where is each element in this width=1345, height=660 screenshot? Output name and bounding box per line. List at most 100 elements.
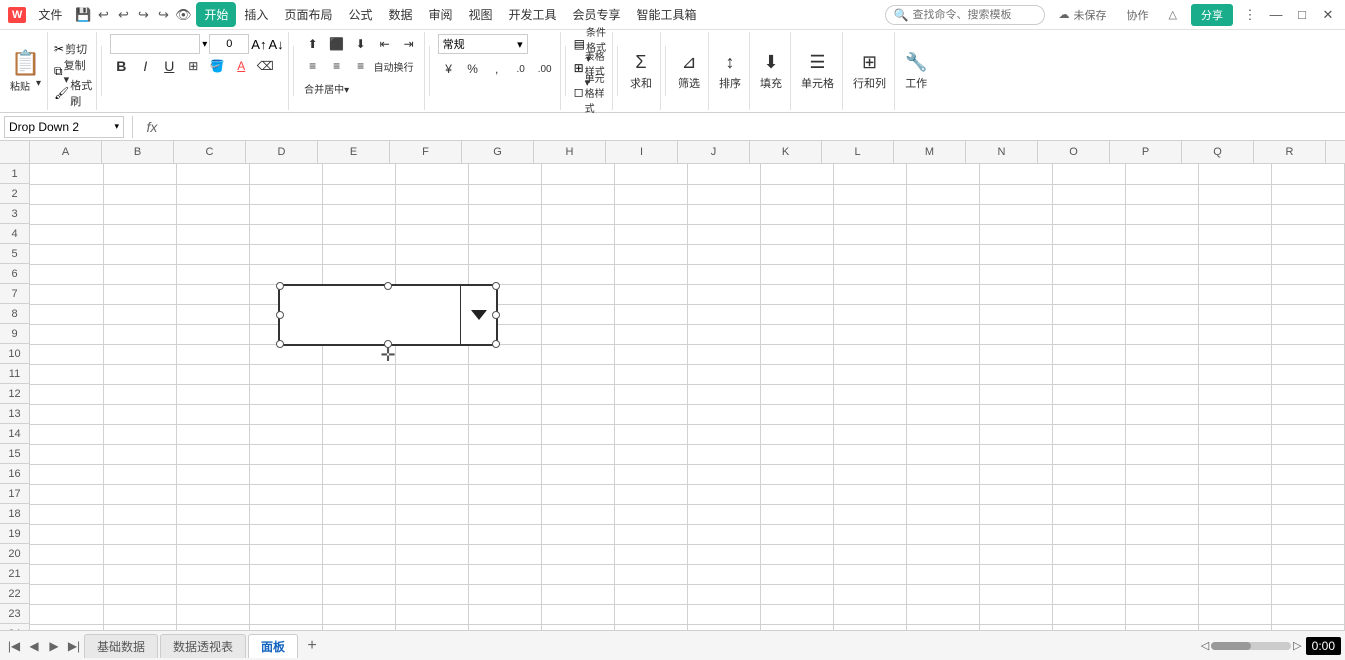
cell-Q13[interactable]	[1198, 404, 1271, 424]
align-right-button[interactable]: ≡	[350, 56, 372, 76]
cell-I12[interactable]	[614, 384, 687, 404]
cell-L13[interactable]	[833, 404, 906, 424]
cell-P13[interactable]	[1125, 404, 1198, 424]
col-header-G[interactable]: G	[462, 141, 534, 163]
cell-B15[interactable]	[103, 444, 176, 464]
cell-H4[interactable]	[541, 224, 614, 244]
cell-D22[interactable]	[249, 584, 322, 604]
cell-O7[interactable]	[1052, 284, 1125, 304]
row-header-17[interactable]: 17	[0, 484, 29, 504]
cell-A12[interactable]	[30, 384, 103, 404]
cell-D17[interactable]	[249, 484, 322, 504]
cell-Q12[interactable]	[1198, 384, 1271, 404]
cell-N8[interactable]	[979, 304, 1052, 324]
cell-F23[interactable]	[395, 604, 468, 624]
align-center-button[interactable]: ≡	[326, 56, 348, 76]
dropdown-widget[interactable]: ✛	[278, 284, 498, 346]
col-header-K[interactable]: K	[750, 141, 822, 163]
cell-F10[interactable]	[395, 344, 468, 364]
cell-R11[interactable]	[1271, 364, 1344, 384]
cell-D18[interactable]	[249, 504, 322, 524]
cell-J22[interactable]	[687, 584, 760, 604]
wps-logo[interactable]: W	[8, 7, 26, 23]
cell-L8[interactable]	[833, 304, 906, 324]
cell-F15[interactable]	[395, 444, 468, 464]
cell-R3[interactable]	[1271, 204, 1344, 224]
col-header-H[interactable]: H	[534, 141, 606, 163]
cell-P24[interactable]	[1125, 624, 1198, 630]
cell-D5[interactable]	[249, 244, 322, 264]
cell-C11[interactable]	[176, 364, 249, 384]
redo2-icon[interactable]: ↪	[154, 6, 172, 24]
cell-J12[interactable]	[687, 384, 760, 404]
cell-C15[interactable]	[176, 444, 249, 464]
cell-N14[interactable]	[979, 424, 1052, 444]
cell-B3[interactable]	[103, 204, 176, 224]
cell-E18[interactable]	[322, 504, 395, 524]
cell-M4[interactable]	[906, 224, 979, 244]
format-painter-button[interactable]: 格式刷	[70, 83, 92, 103]
cell-K13[interactable]	[760, 404, 833, 424]
cell-I24[interactable]	[614, 624, 687, 630]
cell-O10[interactable]	[1052, 344, 1125, 364]
cell-E14[interactable]	[322, 424, 395, 444]
cell-D23[interactable]	[249, 604, 322, 624]
cell-B24[interactable]	[103, 624, 176, 630]
cell-C5[interactable]	[176, 244, 249, 264]
cell-R24[interactable]	[1271, 624, 1344, 630]
cell-P16[interactable]	[1125, 464, 1198, 484]
cell-Q19[interactable]	[1198, 524, 1271, 544]
cell-F21[interactable]	[395, 564, 468, 584]
cell-I1[interactable]	[614, 164, 687, 184]
row-header-4[interactable]: 4	[0, 224, 29, 244]
cell-K2[interactable]	[760, 184, 833, 204]
cell-H1[interactable]	[541, 164, 614, 184]
cell-N1[interactable]	[979, 164, 1052, 184]
paste-button[interactable]: 粘贴	[8, 78, 32, 93]
cell-Q23[interactable]	[1198, 604, 1271, 624]
cell-A4[interactable]	[30, 224, 103, 244]
cell-K15[interactable]	[760, 444, 833, 464]
cell-Q9[interactable]	[1198, 324, 1271, 344]
tab-view[interactable]: 视图	[461, 2, 501, 27]
cell-D14[interactable]	[249, 424, 322, 444]
cell-N11[interactable]	[979, 364, 1052, 384]
cell-I7[interactable]	[614, 284, 687, 304]
col-header-R[interactable]: R	[1254, 141, 1326, 163]
cell-H11[interactable]	[541, 364, 614, 384]
cell-Q20[interactable]	[1198, 544, 1271, 564]
cell-F17[interactable]	[395, 484, 468, 504]
cell-A14[interactable]	[30, 424, 103, 444]
cell-C7[interactable]	[176, 284, 249, 304]
cell-K7[interactable]	[760, 284, 833, 304]
cell-D11[interactable]	[249, 364, 322, 384]
cell-C6[interactable]	[176, 264, 249, 284]
cell-F6[interactable]	[395, 264, 468, 284]
cell-E21[interactable]	[322, 564, 395, 584]
cell-N24[interactable]	[979, 624, 1052, 630]
cell-L9[interactable]	[833, 324, 906, 344]
cell-K19[interactable]	[760, 524, 833, 544]
cell-P3[interactable]	[1125, 204, 1198, 224]
cell-B6[interactable]	[103, 264, 176, 284]
cell-C1[interactable]	[176, 164, 249, 184]
name-box[interactable]: Drop Down 2 ▾	[4, 116, 124, 138]
cell-A20[interactable]	[30, 544, 103, 564]
cell-E12[interactable]	[322, 384, 395, 404]
undo-icon[interactable]: ↩	[94, 6, 112, 24]
cell-D13[interactable]	[249, 404, 322, 424]
cell-C24[interactable]	[176, 624, 249, 630]
cell-K23[interactable]	[760, 604, 833, 624]
cell-Q15[interactable]	[1198, 444, 1271, 464]
cell-O5[interactable]	[1052, 244, 1125, 264]
cell-A22[interactable]	[30, 584, 103, 604]
sum-button[interactable]: Σ 求和	[626, 50, 656, 93]
tab-dev-tools[interactable]: 开发工具	[501, 2, 565, 27]
cell-G15[interactable]	[468, 444, 541, 464]
align-middle-button[interactable]: ⬛	[326, 34, 348, 54]
cell-H22[interactable]	[541, 584, 614, 604]
col-header-J[interactable]: J	[678, 141, 750, 163]
cell-C9[interactable]	[176, 324, 249, 344]
cell-B2[interactable]	[103, 184, 176, 204]
cell-E6[interactable]	[322, 264, 395, 284]
